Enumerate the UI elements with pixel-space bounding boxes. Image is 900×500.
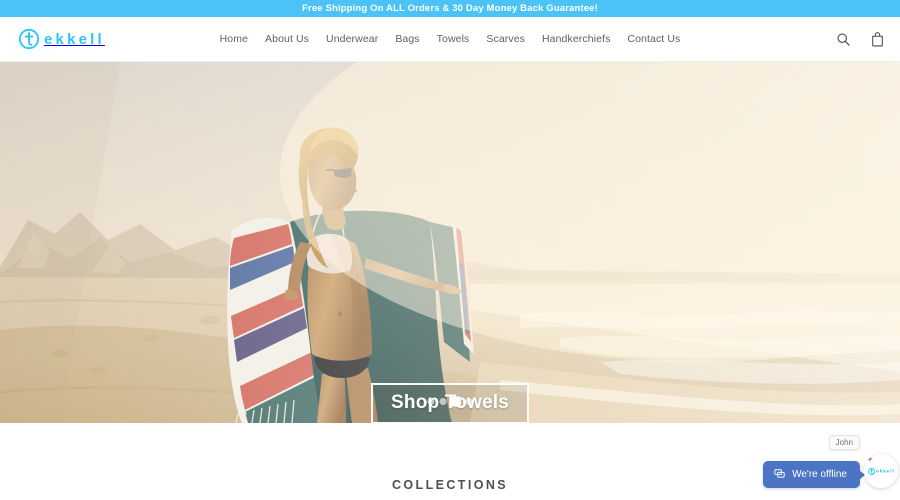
shopping-bag-icon[interactable] bbox=[868, 30, 886, 48]
tekkell-circle-t-icon bbox=[18, 28, 40, 50]
logo-wordmark: ekkell bbox=[44, 30, 105, 48]
carousel-dot-4[interactable] bbox=[465, 398, 473, 405]
search-icon[interactable] bbox=[834, 30, 852, 48]
chat-bubble-icon bbox=[774, 466, 785, 484]
announcement-text: Free Shipping On ALL Orders & 30 Day Mon… bbox=[302, 3, 598, 14]
nav-item-handkerchiefs[interactable]: Handkerchiefs bbox=[542, 33, 610, 45]
chat-status-label: We're offline bbox=[792, 469, 847, 480]
nav-item-about-us[interactable]: About Us bbox=[265, 33, 309, 45]
header-actions bbox=[834, 30, 886, 48]
chat-offline-button[interactable]: We're offline bbox=[763, 461, 865, 488]
carousel-dot-2[interactable] bbox=[439, 398, 447, 405]
collections-heading: COLLECTIONS bbox=[392, 478, 508, 492]
main-navigation: Home About Us Underwear Bags Towels Scar… bbox=[0, 33, 900, 45]
hero-slideshow: Shop Towels bbox=[0, 62, 900, 423]
site-header: ekkell Home About Us Underwear Bags Towe… bbox=[0, 17, 900, 62]
carousel-dot-1[interactable] bbox=[427, 398, 435, 405]
announcement-bar: Free Shipping On ALL Orders & 30 Day Mon… bbox=[0, 0, 900, 17]
nav-item-underwear[interactable]: Underwear bbox=[326, 33, 378, 45]
carousel-dot-3[interactable] bbox=[451, 397, 461, 406]
nav-item-bags[interactable]: Bags bbox=[395, 33, 419, 45]
nav-item-towels[interactable]: Towels bbox=[437, 33, 470, 45]
nav-item-scarves[interactable]: Scarves bbox=[486, 33, 525, 45]
avatar-wordmark: ekkell bbox=[875, 468, 895, 474]
carousel-dots bbox=[427, 397, 473, 406]
chat-agent-name: John bbox=[828, 435, 860, 450]
nav-item-contact-us[interactable]: Contact Us bbox=[627, 33, 680, 45]
chat-widget: John We're offline ✦ ekkell bbox=[763, 435, 898, 488]
notification-spark-icon: ✦ bbox=[866, 454, 874, 464]
nav-item-home[interactable]: Home bbox=[220, 33, 248, 45]
hero-image bbox=[0, 62, 900, 423]
tekkell-logo-avatar: ekkell bbox=[867, 467, 895, 475]
chat-avatar[interactable]: ✦ ekkell bbox=[864, 454, 898, 488]
site-logo[interactable]: ekkell bbox=[18, 28, 105, 50]
